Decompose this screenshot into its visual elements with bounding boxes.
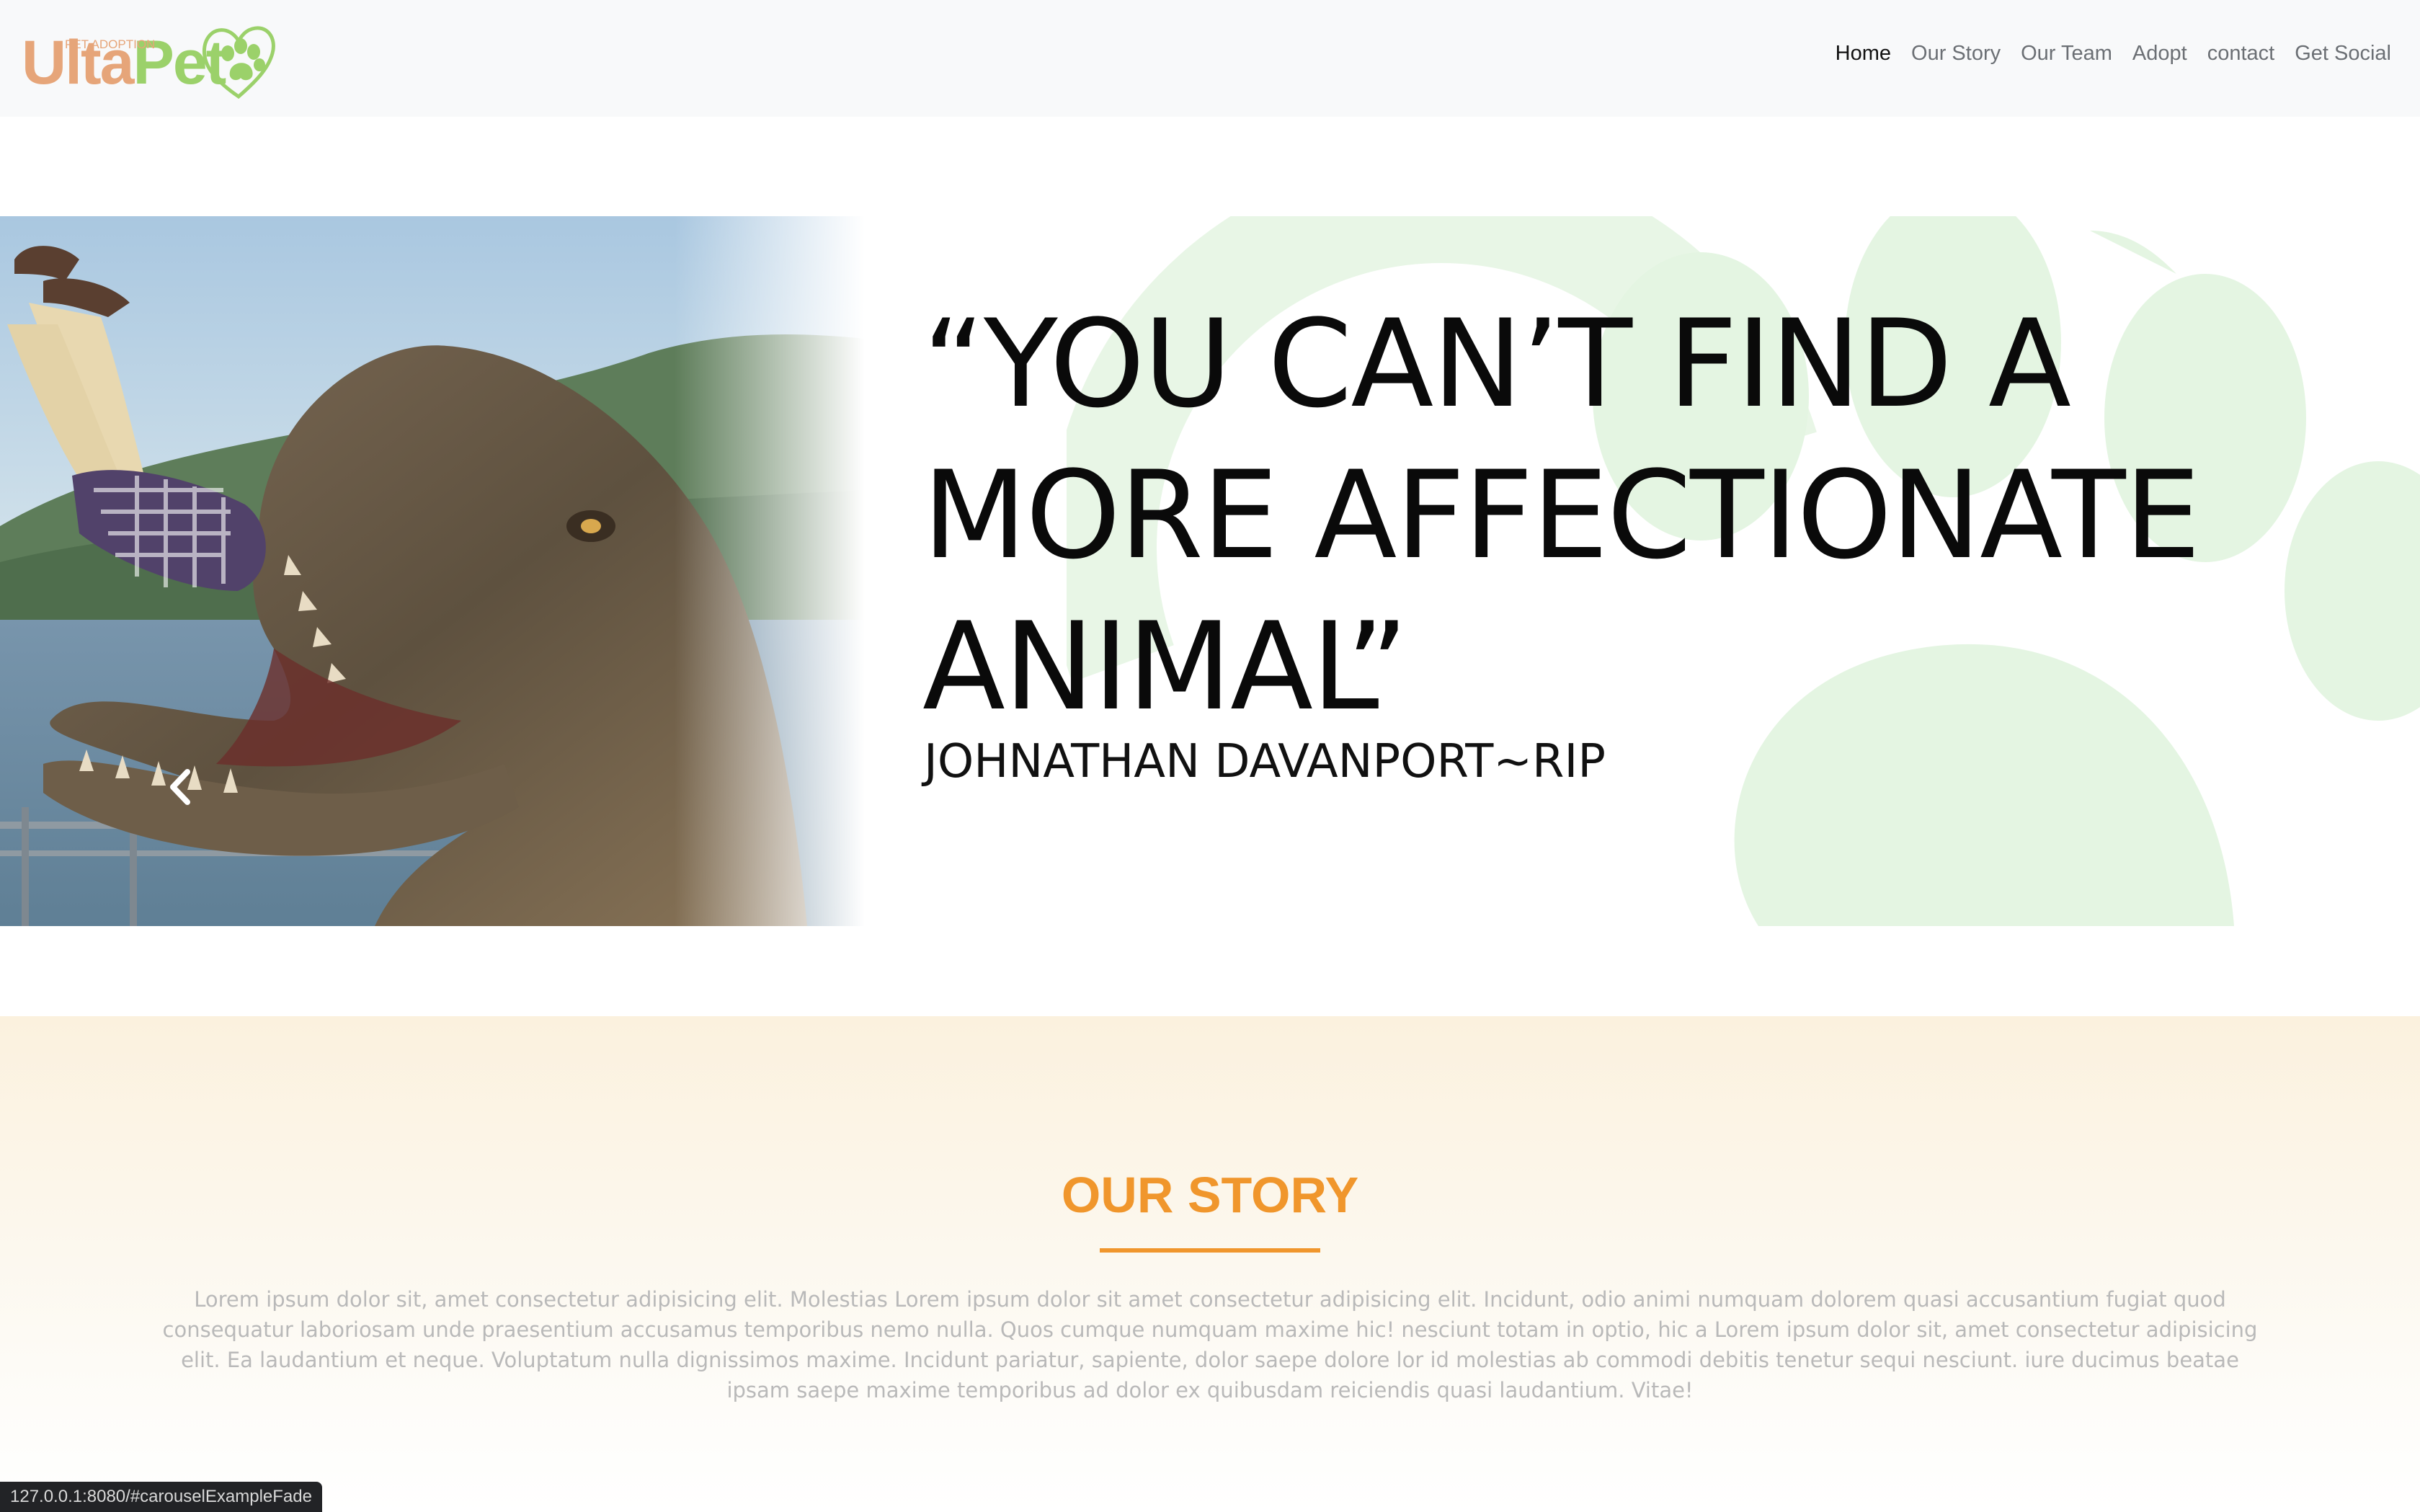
nav-item-get-social[interactable]: Get Social [2295, 42, 2391, 66]
t-rex-photo [0, 216, 865, 926]
chevron-left-icon [170, 769, 190, 805]
nav-item-adopt[interactable]: Adopt [2132, 42, 2187, 66]
nav-item-our-story[interactable]: Our Story [1911, 42, 2001, 66]
nav-item-home[interactable]: Home [1836, 42, 1891, 66]
quote-author: JOHNATHAN DAVANPORT~RIP [924, 735, 1606, 788]
quote-line-3: ANIMAL” [922, 596, 1409, 737]
brand-logo[interactable]: UltaPet PET ADOPTION [20, 16, 280, 101]
navbar: UltaPet PET ADOPTION Home Our Story Our … [0, 0, 2420, 117]
main-nav: Home Our Story Our Team Adopt contact Ge… [1836, 42, 2391, 66]
carousel-prev-button[interactable] [166, 768, 197, 806]
nav-item-contact[interactable]: contact [2207, 42, 2275, 66]
paw-heart-logo-icon [202, 26, 275, 99]
nav-item-our-team[interactable]: Our Team [2021, 42, 2112, 66]
brand-tagline: PET ADOPTION [65, 37, 156, 51]
hero-quote: “YOU CAN’T FIND A MORE AFFECTIONATE ANIM… [922, 288, 2328, 742]
quote-line-1: “YOU CAN’T FIND A [922, 293, 2071, 435]
title-underline [1100, 1248, 1320, 1253]
link-status-bar: 127.0.0.1:8080/#carouselExampleFade [0, 1482, 322, 1512]
our-story-section: OUR STORY Lorem ipsum dolor sit, amet co… [0, 1016, 2420, 1512]
quote-line-2: MORE AFFECTIONATE [922, 445, 2201, 586]
hero-carousel: “YOU CAN’T FIND A MORE AFFECTIONATE ANIM… [0, 216, 2420, 926]
section-title: OUR STORY [1061, 1167, 1359, 1223]
status-url: 127.0.0.1:8080/#carouselExampleFade [10, 1487, 312, 1506]
story-paragraph: Lorem ipsum dolor sit, amet consectetur … [162, 1287, 2258, 1402]
